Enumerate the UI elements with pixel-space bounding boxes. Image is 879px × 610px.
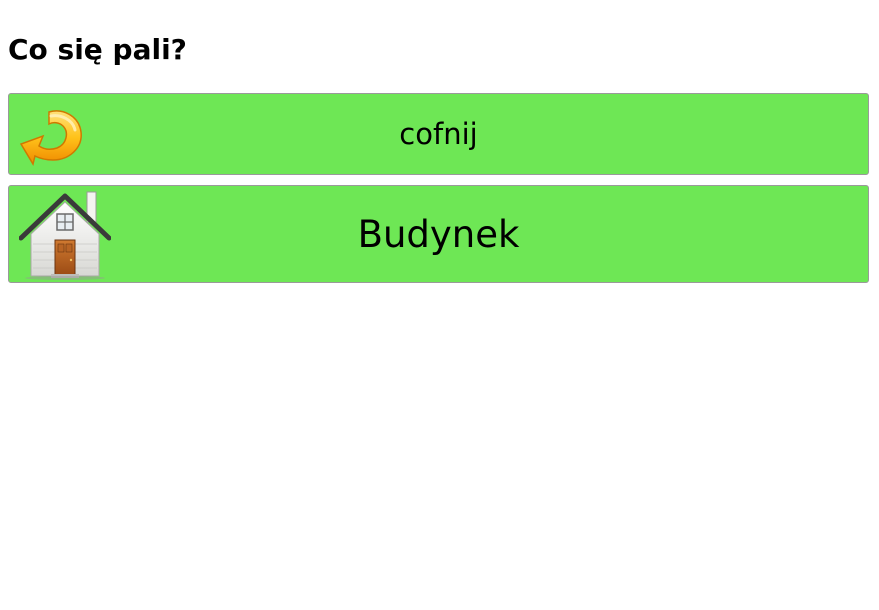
- back-button-label: cofnij: [399, 117, 478, 151]
- page-title: Co się pali?: [8, 33, 187, 66]
- back-button[interactable]: cofnij: [8, 93, 869, 175]
- building-button-label: Budynek: [357, 213, 520, 256]
- building-button[interactable]: Budynek: [8, 185, 869, 283]
